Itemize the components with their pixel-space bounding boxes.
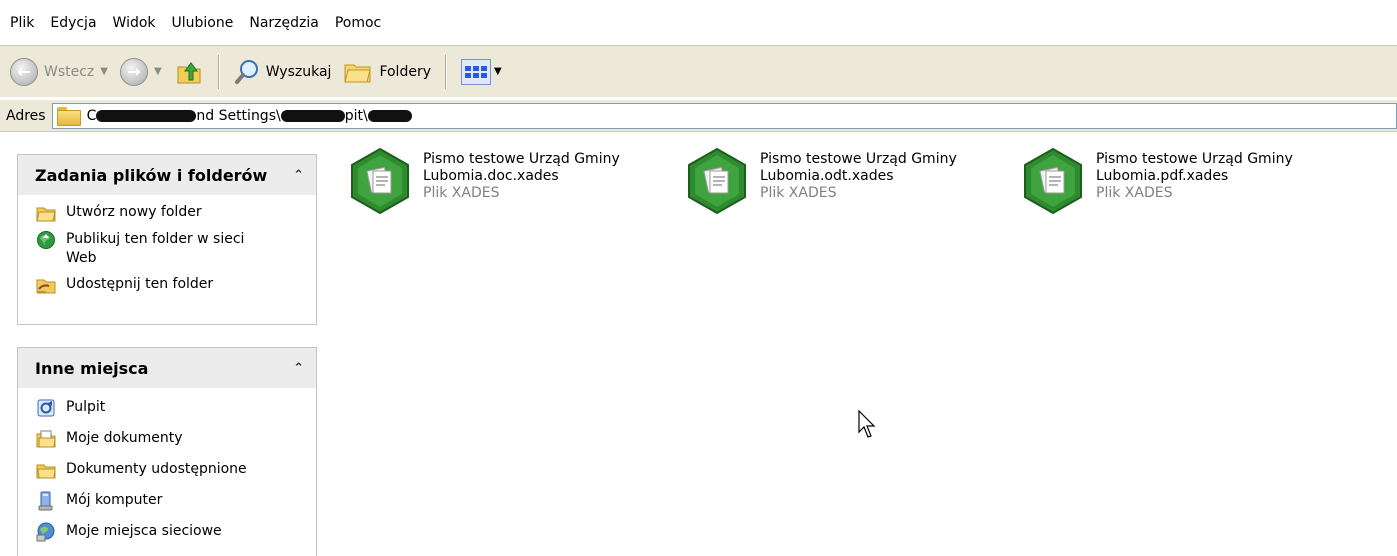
- menu-bar: Plik Edycja Widok Ulubione Narzędzia Pom…: [0, 8, 1397, 38]
- address-fragment-1: C: [86, 107, 97, 124]
- up-folder-icon: [174, 57, 204, 87]
- place-label: Dokumenty udostępnione: [66, 461, 247, 477]
- tasks-pane-title: Zadania plików i folderów: [35, 165, 268, 185]
- xades-file-icon: [1024, 147, 1082, 215]
- address-input[interactable]: C nd Settings\ pit\: [51, 102, 1397, 129]
- place-desktop[interactable]: Pulpit: [36, 398, 316, 418]
- forward-button[interactable]: → ▼: [114, 54, 168, 90]
- up-folder-button[interactable]: [168, 54, 210, 90]
- folder-icon: [56, 107, 81, 126]
- place-label: Pulpit: [66, 399, 106, 415]
- file-name-line2: Lubomia.doc.xades: [423, 168, 559, 184]
- task-label: Utwórz nowy folder: [66, 204, 202, 220]
- my-computer-icon: [38, 491, 53, 511]
- menu-tools[interactable]: Narzędzia: [245, 15, 330, 31]
- redaction-mark: [280, 109, 345, 122]
- address-bar: Adres C nd Settings\ pit\: [0, 100, 1397, 132]
- menu-file[interactable]: Plik: [6, 15, 46, 31]
- back-button[interactable]: ← Wstecz ▼: [4, 54, 114, 90]
- folders-button[interactable]: Foldery: [337, 54, 437, 90]
- file-name-line1: Pismo testowe Urząd Gminy: [423, 151, 620, 167]
- file-name-line2: Lubomia.pdf.xades: [1096, 168, 1229, 184]
- search-icon: [234, 59, 258, 84]
- xades-file-icon: [351, 147, 409, 215]
- my-documents-icon: [36, 430, 56, 448]
- place-label: Moje miejsca sieciowe: [66, 523, 222, 539]
- file-name-line1: Pismo testowe Urząd Gminy: [1096, 151, 1293, 167]
- menu-edit[interactable]: Edycja: [46, 15, 108, 31]
- search-button[interactable]: Wyszukaj: [228, 54, 338, 90]
- tasks-pane-header[interactable]: Zadania plików i folderów ⌃: [18, 155, 316, 195]
- shared-documents-icon: [36, 464, 56, 479]
- file-item-odt-xades[interactable]: Pismo testowe Urząd Gminy Lubomia.odt.xa…: [686, 147, 957, 215]
- place-my-computer[interactable]: Mój komputer: [36, 491, 316, 511]
- collapse-chevron-icon[interactable]: ⌃: [293, 361, 304, 376]
- desktop-icon: [37, 399, 55, 417]
- file-type: Plik XADES: [423, 185, 500, 201]
- places-pane-title: Inne miejsca: [35, 358, 149, 378]
- place-my-documents[interactable]: Moje dokumenty: [36, 429, 316, 449]
- mouse-cursor-icon: [858, 410, 876, 438]
- toolbar-separator: [445, 54, 447, 89]
- file-name-line1: Pismo testowe Urząd Gminy: [760, 151, 957, 167]
- xades-file-icon: [688, 147, 746, 215]
- task-publish-web[interactable]: Publikuj ten folder w sieci Web: [36, 230, 316, 268]
- places-pane-header[interactable]: Inne miejsca ⌃: [18, 348, 316, 388]
- place-network-places[interactable]: Moje miejsca sieciowe: [36, 522, 316, 542]
- other-places-pane: Inne miejsca ⌃ Pulpit Moje dokumenty Dok…: [17, 347, 317, 556]
- views-icon: [461, 58, 491, 85]
- new-folder-icon: [36, 207, 56, 222]
- forward-dropdown-icon[interactable]: ▼: [154, 66, 162, 77]
- place-label: Moje dokumenty: [66, 430, 183, 446]
- views-dropdown-icon[interactable]: ▼: [494, 66, 502, 77]
- back-label: Wstecz: [44, 63, 95, 80]
- file-type: Plik XADES: [760, 185, 837, 201]
- collapse-chevron-icon[interactable]: ⌃: [293, 168, 304, 183]
- place-label: Mój komputer: [66, 492, 163, 508]
- search-label: Wyszukaj: [265, 63, 332, 80]
- menu-favorites[interactable]: Ulubione: [168, 15, 246, 31]
- address-fragment-3: pit\: [344, 107, 368, 124]
- folders-icon: [344, 64, 372, 82]
- file-name-line2: Lubomia.odt.xades: [760, 168, 894, 184]
- menu-view[interactable]: Widok: [109, 15, 168, 31]
- folders-label: Foldery: [379, 63, 431, 80]
- task-share-folder[interactable]: Udostępnij ten folder: [36, 275, 316, 295]
- forward-arrow-icon: →: [120, 57, 148, 86]
- file-folder-tasks-pane: Zadania plików i folderów ⌃ Utwórz nowy …: [17, 154, 317, 325]
- publish-web-icon: [37, 231, 55, 249]
- menu-help[interactable]: Pomoc: [331, 15, 393, 31]
- address-label: Adres: [6, 107, 46, 124]
- place-shared-documents[interactable]: Dokumenty udostępnione: [36, 460, 316, 480]
- network-places-icon: [36, 522, 55, 542]
- address-fragment-2: nd Settings\: [196, 107, 281, 124]
- task-new-folder[interactable]: Utwórz nowy folder: [36, 203, 316, 223]
- task-label: Udostępnij ten folder: [66, 276, 214, 292]
- toolbar-separator: [217, 54, 220, 89]
- redaction-mark: [96, 109, 197, 122]
- file-type: Plik XADES: [1096, 185, 1173, 201]
- file-item-pdf-xades[interactable]: Pismo testowe Urząd Gminy Lubomia.pdf.xa…: [1022, 147, 1293, 215]
- file-item-doc-xades[interactable]: Pismo testowe Urząd Gminy Lubomia.doc.xa…: [349, 147, 620, 215]
- redaction-mark: [367, 109, 412, 122]
- views-button[interactable]: ▼: [455, 54, 508, 90]
- toolbar: ← Wstecz ▼ → ▼ Wyszukaj Foldery ▼: [0, 45, 1397, 97]
- share-folder-icon: [36, 279, 56, 294]
- back-arrow-icon: ←: [10, 57, 38, 86]
- task-label: Publikuj ten folder w sieci Web: [66, 231, 245, 266]
- back-dropdown-icon[interactable]: ▼: [100, 66, 108, 77]
